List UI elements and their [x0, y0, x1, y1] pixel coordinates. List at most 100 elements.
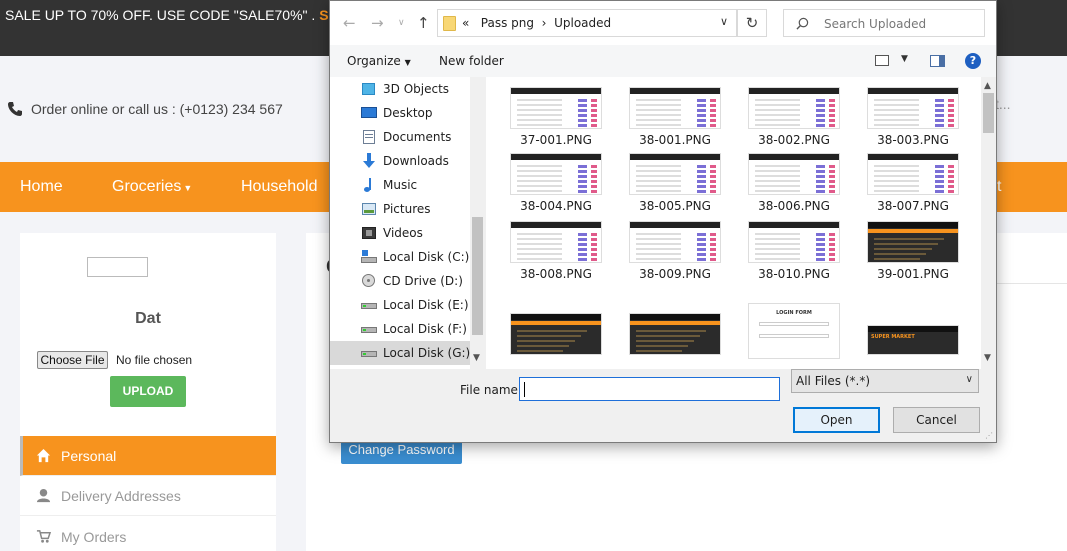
folder-icon: [443, 16, 456, 31]
open-button[interactable]: Open: [793, 407, 880, 433]
organize-menu-button[interactable]: Organize ▼: [347, 54, 411, 68]
file-item[interactable]: 38-001.PNG: [616, 83, 726, 147]
file-item[interactable]: 37-001.PNG: [497, 83, 607, 147]
file-item[interactable]: 38-007.PNG: [854, 149, 964, 213]
breadcrumb-uploaded[interactable]: Uploaded: [554, 16, 611, 30]
sidebar-item-my-orders[interactable]: My Orders: [20, 517, 276, 551]
view-options-icon[interactable]: [875, 55, 889, 66]
resize-grip-icon[interactable]: ⋰: [985, 431, 993, 440]
file-item[interactable]: 38-006.PNG: [735, 149, 845, 213]
file-item[interactable]: 38-004.PNG: [497, 149, 607, 213]
sidebar-item-personal[interactable]: Personal: [20, 436, 276, 476]
contact-text: Order online or call us : (+0123) 234 56…: [31, 101, 283, 117]
file-thumbnail: [629, 87, 721, 129]
tree-item-label: Local Disk (C:): [383, 250, 470, 264]
file-name: 39-001.PNG: [877, 267, 949, 281]
tree-item-music[interactable]: Music: [330, 173, 470, 197]
recent-locations-chevron-icon[interactable]: ∨: [398, 18, 405, 28]
nav-groceries[interactable]: Groceries ▼: [112, 178, 192, 196]
file-item[interactable]: [497, 309, 607, 369]
file-thumbnail: [748, 87, 840, 129]
sidebar-item-delivery-addresses[interactable]: Delivery Addresses: [20, 476, 276, 516]
file-name: 38-003.PNG: [877, 133, 949, 147]
file-name-field[interactable]: ∨: [519, 377, 962, 401]
user-name: Dat: [135, 310, 161, 327]
file-thumbnail: SUPER MARKET: [867, 325, 959, 355]
chevron-down-icon: ▼: [183, 183, 193, 193]
back-arrow-icon[interactable]: ←: [343, 14, 356, 32]
chevron-down-icon[interactable]: ▼: [901, 54, 908, 64]
scrollbar-thumb[interactable]: [983, 93, 994, 133]
disk-icon: [361, 297, 377, 313]
tree-item-3d-objects[interactable]: 3D Objects: [330, 77, 470, 101]
tree-item-label: Music: [383, 178, 418, 192]
file-list-scrollbar[interactable]: ▲ ▼: [981, 77, 996, 369]
file-type-select[interactable]: All Files (*.*) ∨: [791, 369, 979, 393]
search-input[interactable]: Search Uploaded: [783, 9, 985, 37]
file-item[interactable]: 38-003.PNG: [854, 83, 964, 147]
windows-disk-icon: [361, 249, 377, 265]
tree-item-local-disk-g[interactable]: Local Disk (G:): [330, 341, 470, 365]
scroll-down-arrow-icon[interactable]: ▼: [984, 353, 991, 363]
site-search-fragment[interactable]: t...: [995, 96, 1011, 112]
file-name: 38-002.PNG: [758, 133, 830, 147]
nav-household[interactable]: Household: [241, 178, 318, 196]
refresh-button[interactable]: ↻: [737, 9, 767, 37]
pictures-icon: [361, 201, 377, 217]
file-open-dialog: ← → ∨ ↑ « Pass png › Uploaded ∨ ↻ Search…: [329, 0, 997, 443]
file-item[interactable]: 38-002.PNG: [735, 83, 845, 147]
file-item[interactable]: LOGIN FORM: [735, 303, 845, 369]
address-dropdown-chevron-icon[interactable]: ∨: [720, 15, 728, 28]
file-item[interactable]: 38-010.PNG: [735, 217, 845, 281]
cancel-button[interactable]: Cancel: [893, 407, 980, 433]
tree-item-pictures[interactable]: Pictures: [330, 197, 470, 221]
file-name-label: File name:: [460, 383, 522, 397]
file-thumbnail: [510, 153, 602, 195]
preview-pane-icon[interactable]: [930, 55, 945, 67]
tree-item-local-disk-c[interactable]: Local Disk (C:): [330, 245, 470, 269]
scroll-down-arrow-icon[interactable]: ▼: [473, 353, 480, 363]
sidebar-item-label: Delivery Addresses: [61, 487, 181, 504]
promo-code-fragment: S: [319, 7, 329, 23]
tree-item-label: Local Disk (G:): [383, 346, 471, 360]
navigation-scrollbar[interactable]: ▼: [470, 77, 485, 369]
file-thumbnail: [748, 221, 840, 263]
breadcrumb: « Pass png › Uploaded: [462, 16, 611, 30]
thumbnail-title: SUPER MARKET: [871, 334, 915, 340]
file-type-value: All Files (*.*): [796, 374, 871, 388]
forward-arrow-icon[interactable]: →: [371, 14, 384, 32]
downloads-icon: [361, 153, 377, 169]
choose-file-button[interactable]: Choose File: [37, 351, 108, 369]
help-icon[interactable]: ?: [965, 53, 981, 69]
breadcrumb-pass-png[interactable]: Pass png: [481, 16, 534, 30]
tree-item-local-disk-e[interactable]: Local Disk (E:): [330, 293, 470, 317]
file-item[interactable]: 38-008.PNG: [497, 217, 607, 281]
tree-item-cd-drive-d[interactable]: CD Drive (D:): [330, 269, 470, 293]
upload-button[interactable]: UPLOAD: [110, 376, 186, 407]
address-bar[interactable]: « Pass png › Uploaded ∨: [437, 9, 737, 37]
scrollbar-thumb[interactable]: [472, 217, 483, 335]
desktop-icon: [361, 105, 377, 121]
tree-item-videos[interactable]: Videos: [330, 221, 470, 245]
file-item[interactable]: 38-005.PNG: [616, 149, 726, 213]
file-item[interactable]: [616, 309, 726, 369]
tree-item-documents[interactable]: Documents: [330, 125, 470, 149]
sidebar-item-label: Personal: [61, 447, 117, 464]
up-arrow-icon[interactable]: ↑: [417, 14, 430, 32]
nav-home[interactable]: Home: [20, 178, 63, 196]
tree-item-desktop[interactable]: Desktop: [330, 101, 470, 125]
breadcrumb-overflow[interactable]: «: [462, 16, 469, 30]
file-thumbnail: [629, 313, 721, 355]
file-name: 38-007.PNG: [877, 199, 949, 213]
account-sidebar: Dat Choose File No file chosen UPLOAD Pe…: [20, 233, 276, 551]
tree-item-downloads[interactable]: Downloads: [330, 149, 470, 173]
file-thumbnail: [510, 313, 602, 355]
file-item[interactable]: SUPER MARKET: [854, 309, 964, 369]
file-thumbnail: [867, 153, 959, 195]
file-item[interactable]: 38-009.PNG: [616, 217, 726, 281]
file-item[interactable]: 39-001.PNG: [854, 217, 964, 281]
tree-item-local-disk-f[interactable]: Local Disk (F:): [330, 317, 470, 341]
scroll-up-arrow-icon[interactable]: ▲: [984, 81, 991, 91]
chevron-down-icon: ∨: [965, 374, 973, 385]
new-folder-button[interactable]: New folder: [439, 54, 504, 68]
